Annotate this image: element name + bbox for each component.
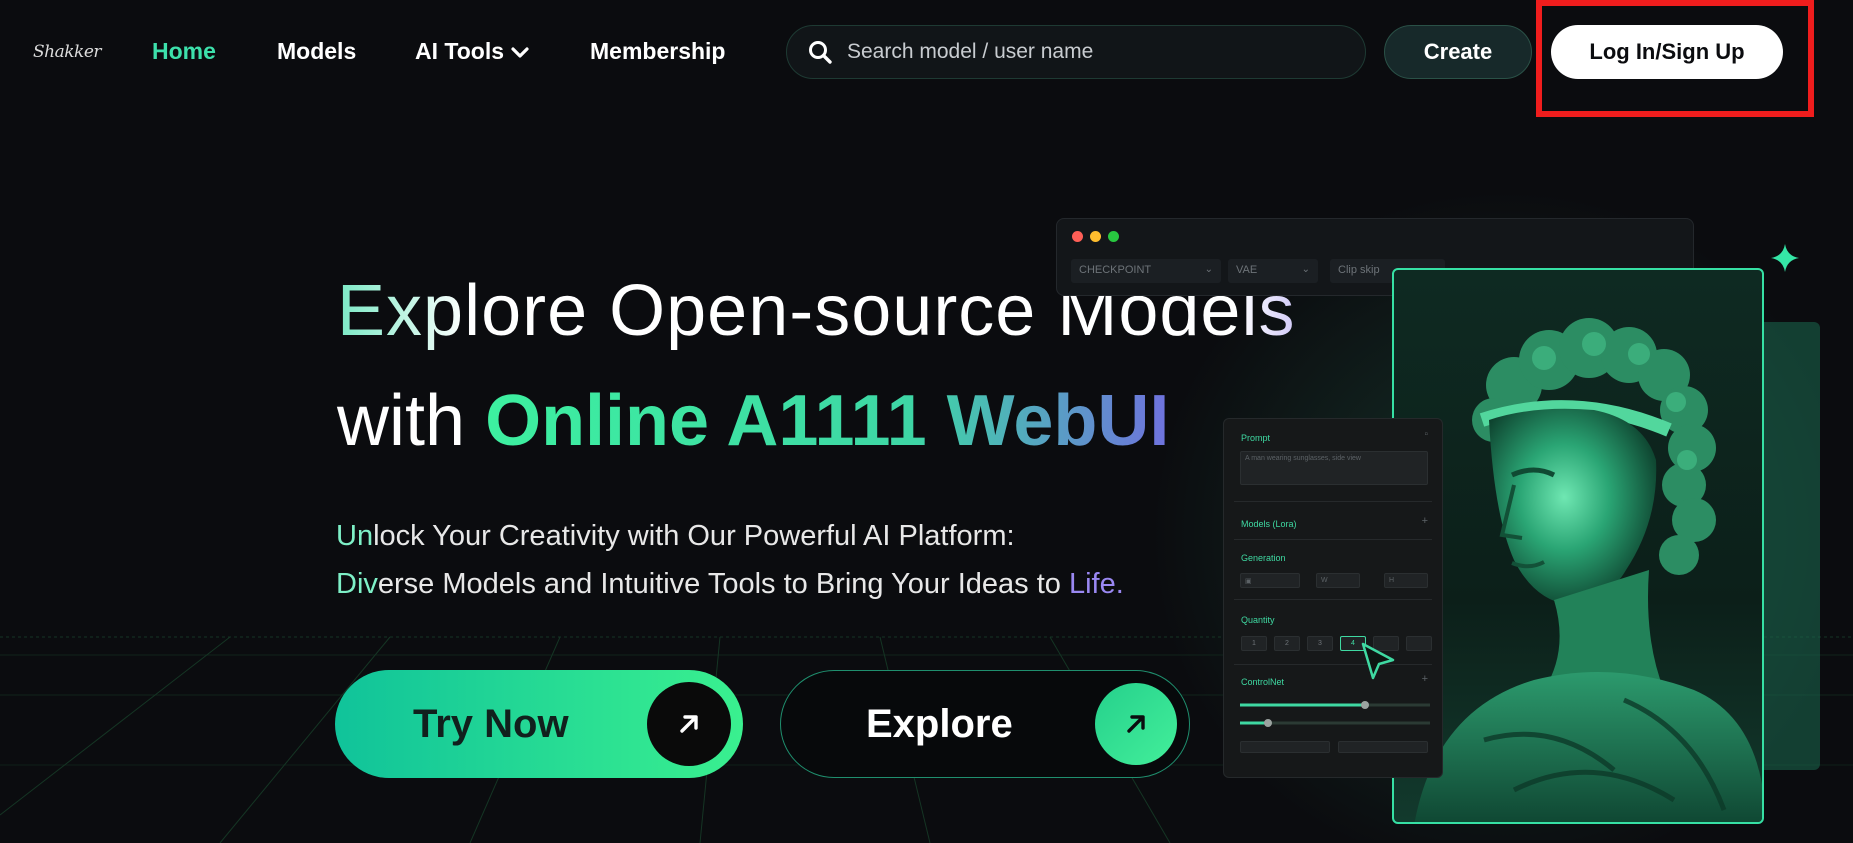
mock-field bbox=[1240, 741, 1330, 753]
headline-line-2: with Online A1111 WebUI bbox=[337, 380, 1169, 462]
chevron-down-icon: ⌄ bbox=[1204, 264, 1213, 275]
sparkle-icon bbox=[1771, 244, 1799, 272]
mock-checkpoint-select: CHECKPOINT ⌄ bbox=[1071, 259, 1221, 283]
logo[interactable]: Shakker bbox=[26, 30, 102, 74]
mock-width-field: W bbox=[1316, 573, 1360, 588]
mock-vae-select: VAE ⌄ bbox=[1228, 259, 1318, 283]
nav-membership[interactable]: Membership bbox=[590, 38, 725, 65]
mock-clipskip-label: Clip skip bbox=[1338, 264, 1380, 276]
login-signup-button[interactable]: Log In/Sign Up bbox=[1551, 25, 1783, 79]
search-icon bbox=[807, 39, 833, 65]
mock-prompt-label: Prompt bbox=[1241, 433, 1271, 443]
window-maximize-dot bbox=[1108, 231, 1119, 242]
top-navbar: Shakker Home Models AI Tools Membership … bbox=[0, 0, 1853, 117]
mock-field bbox=[1338, 741, 1428, 753]
mock-prompt-field: A man wearing sunglasses, side view bbox=[1240, 451, 1428, 485]
subtitle-accent-1: Un bbox=[336, 520, 374, 552]
explore-button[interactable]: Explore bbox=[780, 670, 1190, 778]
nav-home[interactable]: Home bbox=[152, 38, 216, 65]
statue-portrait-image bbox=[1392, 268, 1764, 824]
headline-highlight: Online A1111 WebUI bbox=[485, 381, 1170, 461]
explore-label: Explore bbox=[866, 701, 1013, 746]
nav-ai-tools[interactable]: AI Tools bbox=[415, 38, 530, 66]
headline-prefix: with bbox=[337, 381, 466, 461]
nav-models[interactable]: Models bbox=[277, 38, 356, 65]
subtitle-line-1: lock Your Creativity with Our Powerful A… bbox=[373, 520, 1015, 552]
mock-quantity-2: 2 bbox=[1274, 636, 1300, 651]
create-button[interactable]: Create bbox=[1384, 25, 1532, 79]
arrow-up-right-icon bbox=[1095, 683, 1177, 765]
search-input[interactable] bbox=[847, 40, 1327, 64]
mock-checkpoint-label: CHECKPOINT bbox=[1079, 264, 1152, 276]
try-now-button[interactable]: Try Now bbox=[335, 670, 743, 778]
try-now-label: Try Now bbox=[413, 701, 569, 746]
separator bbox=[1234, 599, 1432, 600]
mock-ratio-field: ▣ bbox=[1240, 573, 1300, 588]
mock-quantity-label: Quantity bbox=[1241, 615, 1275, 625]
separator bbox=[1234, 664, 1432, 665]
copy-icon: ▫ bbox=[1424, 429, 1428, 440]
nav-ai-tools-label: AI Tools bbox=[415, 38, 505, 64]
search-bar[interactable] bbox=[786, 25, 1366, 79]
mock-quantity-3: 3 bbox=[1307, 636, 1333, 651]
subtitle-line-2: erse Models and Intuitive Tools to Bring… bbox=[377, 568, 1069, 600]
separator bbox=[1234, 539, 1432, 540]
mock-quantity-empty bbox=[1406, 636, 1432, 651]
subtitle-accent-2: Div bbox=[336, 568, 378, 600]
cursor-arrow-icon bbox=[1361, 642, 1395, 680]
chevron-down-icon bbox=[510, 39, 530, 66]
mock-height-field: H bbox=[1384, 573, 1428, 588]
mock-vae-label: VAE bbox=[1236, 264, 1258, 276]
window-close-dot bbox=[1072, 231, 1083, 242]
mock-sliders bbox=[1240, 701, 1430, 727]
plus-icon: + bbox=[1421, 673, 1428, 685]
mock-quantity-1: 1 bbox=[1241, 636, 1267, 651]
mock-generation-label: Generation bbox=[1241, 553, 1286, 563]
hero-subtitle: Unlock Your Creativity with Our Powerful… bbox=[336, 512, 1124, 608]
arrow-up-right-icon bbox=[647, 682, 731, 766]
plus-icon: + bbox=[1421, 515, 1428, 527]
mock-models-label: Models (Lora) bbox=[1241, 519, 1297, 529]
chevron-down-icon: ⌄ bbox=[1301, 264, 1310, 275]
mock-controlnet-label: ControlNet bbox=[1241, 677, 1285, 687]
mock-settings-panel: Prompt ▫ A man wearing sunglasses, side … bbox=[1223, 418, 1443, 778]
subtitle-accent-end: Life. bbox=[1068, 568, 1124, 600]
window-minimize-dot bbox=[1090, 231, 1101, 242]
logo-text: Shakker bbox=[33, 42, 102, 62]
separator bbox=[1234, 501, 1432, 502]
